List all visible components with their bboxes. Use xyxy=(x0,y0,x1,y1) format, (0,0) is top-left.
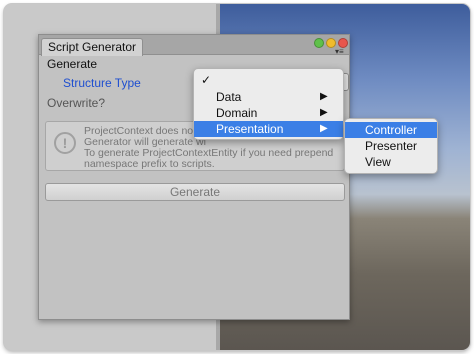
zoom-window-icon[interactable] xyxy=(314,38,324,48)
menu-item-presentation[interactable]: Presentation ▶ xyxy=(194,121,343,137)
panel-menu-icon[interactable]: ▾≡ xyxy=(335,48,344,56)
submenu-arrow-icon: ▶ xyxy=(320,107,328,118)
generate-button[interactable]: Generate xyxy=(45,183,345,201)
section-header: Generate xyxy=(47,57,98,71)
submenu-arrow-icon: ▶ xyxy=(320,123,328,134)
window-tab[interactable]: Script Generator xyxy=(41,38,144,56)
checkmark-icon: ✓ xyxy=(201,73,212,87)
menu-item-label: Presentation xyxy=(216,122,284,136)
screenshot-frame: Script Generator ▾≡ Generate Structure T… xyxy=(4,4,470,350)
info-icon: ! xyxy=(54,132,76,154)
help-line: To generate ProjectContextEntity if you … xyxy=(84,148,334,159)
menu-item-none[interactable]: ✓ xyxy=(194,72,343,88)
menu-item-label: Data xyxy=(216,90,242,104)
help-line: namespace prefix to scripts. xyxy=(84,159,215,170)
menu-item-domain[interactable]: Domain ▶ xyxy=(194,105,343,121)
submenu-item-label: Controller xyxy=(365,123,418,137)
submenu-item-label: Presenter xyxy=(365,139,418,153)
submenu-item-view[interactable]: View xyxy=(345,154,437,170)
presentation-submenu: Controller Presenter View xyxy=(344,118,438,174)
menu-item-data[interactable]: Data ▶ xyxy=(194,89,343,105)
submenu-item-controller[interactable]: Controller xyxy=(345,122,437,138)
menu-item-label: Domain xyxy=(216,106,258,120)
structure-type-menu: ✓ Data ▶ Domain ▶ Presentation ▶ xyxy=(193,68,344,140)
submenu-item-presenter[interactable]: Presenter xyxy=(345,138,437,154)
submenu-arrow-icon: ▶ xyxy=(320,91,328,102)
submenu-item-label: View xyxy=(365,155,391,169)
structure-type-label: Structure Type xyxy=(63,76,141,90)
window-titlebar[interactable]: Script Generator ▾≡ xyxy=(39,35,349,56)
overwrite-label: Overwrite? xyxy=(47,96,106,110)
